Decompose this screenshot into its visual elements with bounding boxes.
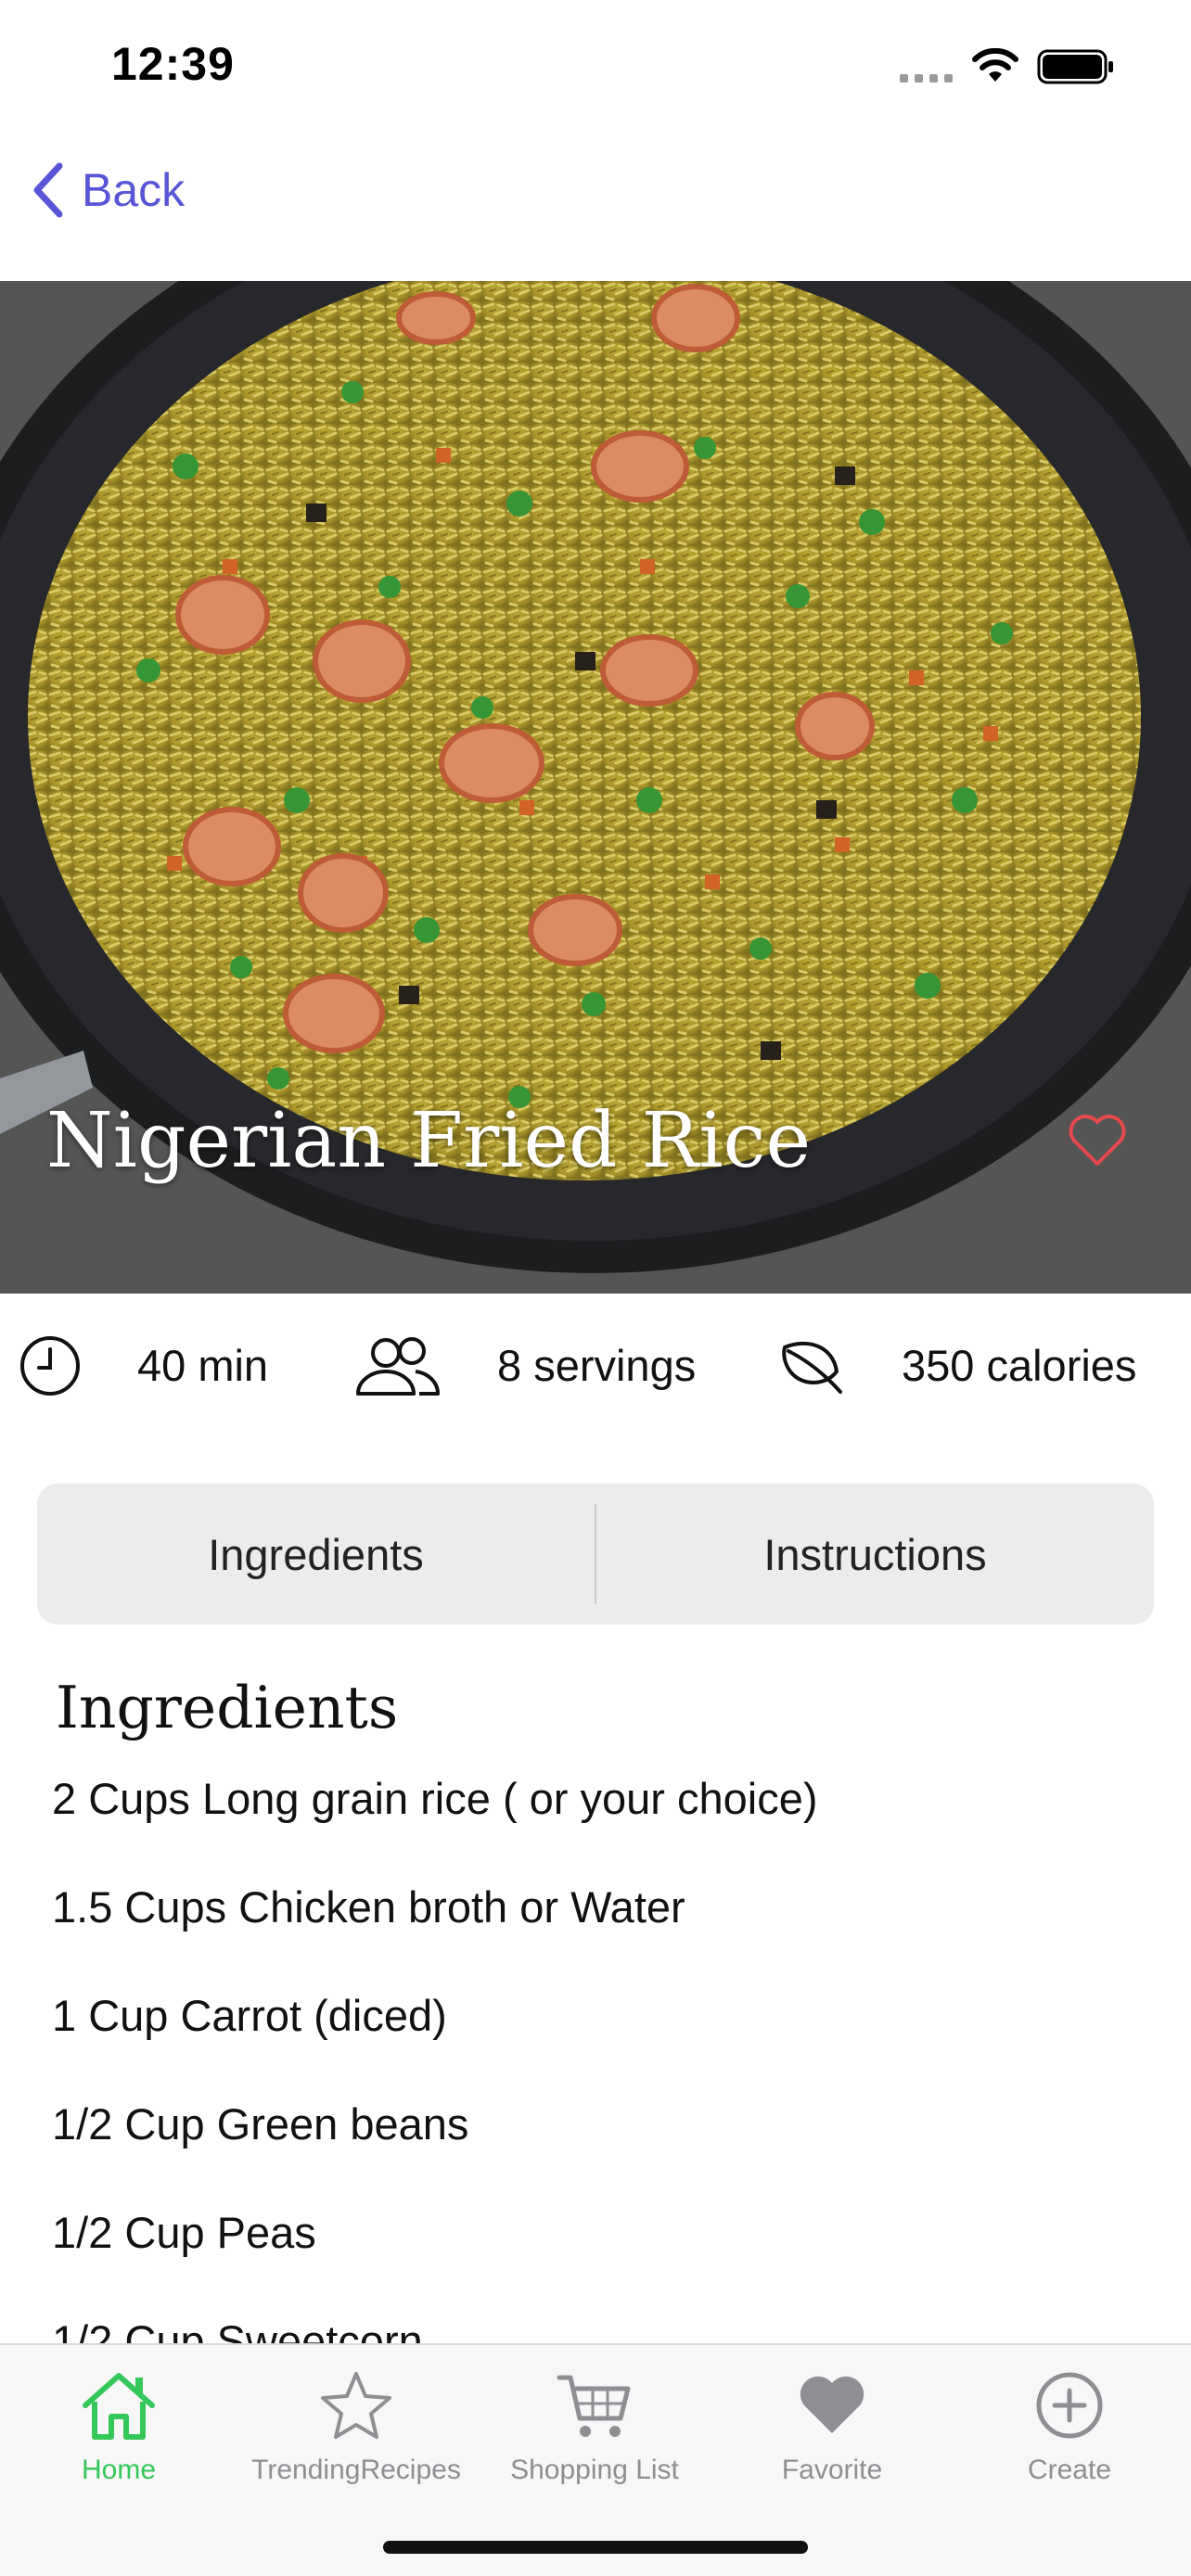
tab-label: Create <box>1027 2455 1112 2485</box>
clock-icon <box>20 1335 80 1396</box>
home-indicator <box>383 2541 808 2554</box>
ingredients-list[interactable]: 2 Cups Long grain rice ( or your choice)… <box>52 1762 1165 2346</box>
house-icon <box>83 2373 155 2440</box>
cellular-signal-icon <box>900 74 953 83</box>
ingredient-item: 2 Cups Long grain rice ( or your choice) <box>52 1774 818 1823</box>
ingredient-item: 1/2 Cup Sweetcorn <box>52 2316 423 2346</box>
bottom-tab-bar: Home TrendingRecipes Shopping List Favor… <box>0 2343 1191 2576</box>
tab-trending-recipes[interactable]: TrendingRecipes <box>250 2364 463 2503</box>
recipe-tabs-segmented-control: Ingredients Instructions <box>37 1484 1154 1625</box>
wifi-icon <box>972 48 1018 82</box>
servings-info: 8 servings <box>354 1298 696 1433</box>
people-icon <box>356 1336 441 1396</box>
tab-home[interactable]: Home <box>12 2364 225 2503</box>
star-icon <box>321 2372 391 2439</box>
leaf-icon <box>782 1341 842 1394</box>
calories-text: 350 calories <box>902 1341 1137 1390</box>
chevron-left-icon <box>33 162 63 218</box>
ingredients-heading: Ingredients <box>56 1674 399 1741</box>
tab-create[interactable]: Create <box>963 2364 1176 2503</box>
tab-favorite[interactable]: Favorite <box>725 2364 939 2503</box>
recipe-meta-row: 40 min 8 servings 350 calories <box>0 1298 1191 1433</box>
cart-icon <box>557 2375 631 2437</box>
status-bar: 12:39 <box>0 0 1191 130</box>
tab-label: Shopping List <box>510 2455 679 2485</box>
time-text: 40 min <box>137 1341 269 1390</box>
tab-shopping-list[interactable]: Shopping List <box>488 2364 701 2503</box>
recipe-title: Nigerian Fried Rice <box>46 1097 812 1185</box>
ingredient-item: 1/2 Cup Green beans <box>52 2099 469 2149</box>
battery-icon <box>1037 49 1113 84</box>
favorite-button[interactable] <box>1067 1113 1128 1173</box>
servings-text: 8 servings <box>497 1341 697 1390</box>
back-label: Back <box>82 164 186 216</box>
tab-label: Home <box>81 2455 157 2485</box>
recipe-hero-image: Nigerian Fried Rice <box>0 281 1191 1294</box>
ingredient-item: 1/2 Cup Peas <box>52 2208 316 2257</box>
heart-outline-icon <box>1069 1115 1126 1166</box>
tab-label: TrendingRecipes <box>251 2455 461 2485</box>
ingredient-item: 1 Cup Carrot (diced) <box>52 1991 447 2040</box>
plus-circle-icon <box>1036 2372 1103 2439</box>
tab-label: Favorite <box>781 2455 883 2485</box>
heart-icon <box>800 2376 864 2433</box>
ingredient-item: 1.5 Cups Chicken broth or Water <box>52 1882 685 1932</box>
tab-ingredients[interactable]: Ingredients <box>37 1484 595 1625</box>
time-info: 40 min <box>19 1298 268 1433</box>
status-time: 12:39 <box>111 38 235 90</box>
tab-instructions[interactable]: Instructions <box>596 1484 1154 1625</box>
back-button[interactable]: Back <box>32 158 185 223</box>
calories-info: 350 calories <box>779 1298 1136 1433</box>
